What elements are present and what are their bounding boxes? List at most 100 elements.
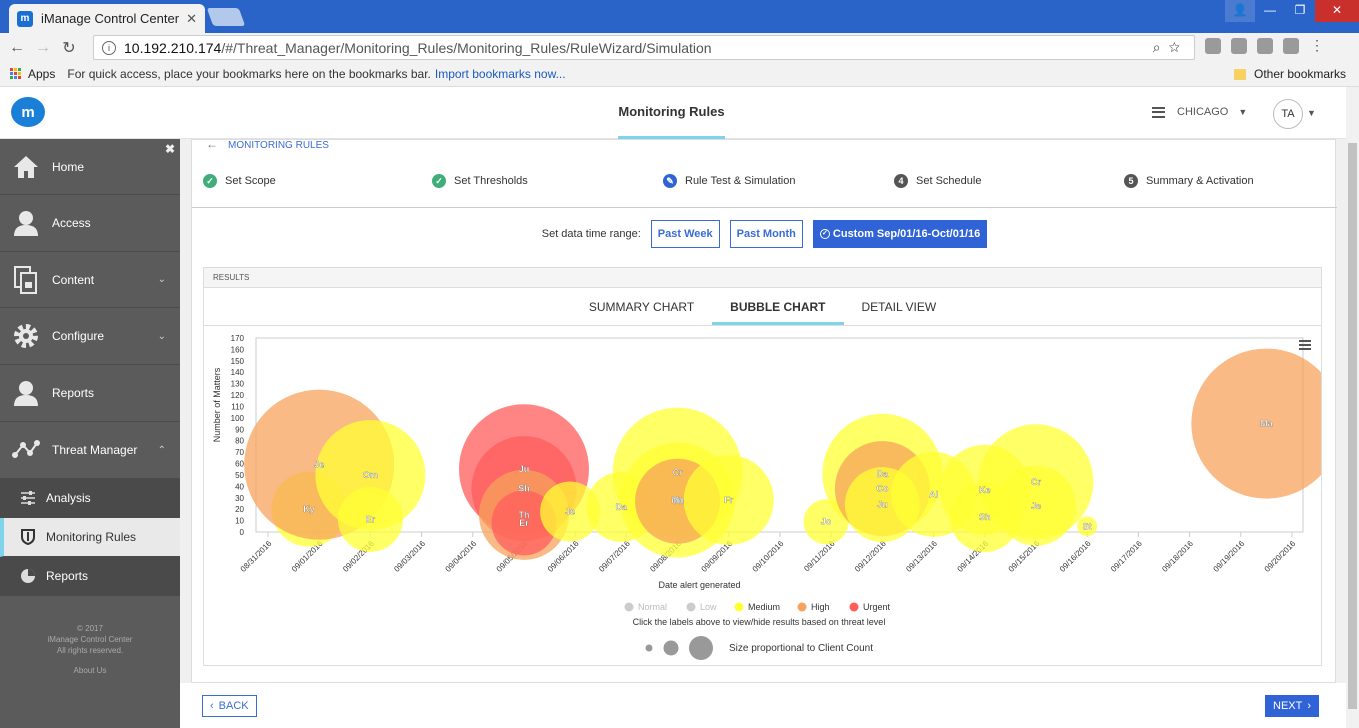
about-us-link[interactable]: About Us — [0, 665, 180, 676]
chart-menu-icon[interactable] — [1299, 344, 1311, 346]
sidebar-item-home[interactable]: Home — [0, 139, 180, 195]
next-button[interactable]: NEXT › — [1265, 695, 1320, 717]
close-window-icon[interactable]: ✕ — [1315, 0, 1359, 22]
sidebar-item-reports[interactable]: Reports — [0, 365, 180, 422]
tab-close-icon[interactable]: ✕ — [186, 11, 197, 27]
sidebar-subitem-label: Analysis — [46, 491, 91, 505]
x-tick-label: 09/12/2016 — [853, 539, 888, 574]
browser-tab[interactable]: m iManage Control Center ✕ — [9, 4, 205, 33]
apps-link[interactable]: Apps — [28, 67, 55, 81]
breadcrumb-label: MONITORING RULES — [228, 140, 329, 151]
chart-menu-icon[interactable] — [1299, 340, 1311, 342]
back-arrow-icon[interactable]: ← — [4, 39, 30, 57]
y-tick-label: 90 — [235, 425, 244, 434]
step-rule-test-simulation[interactable]: ✎ Rule Test & Simulation — [663, 174, 795, 188]
sidebar-subitem-monitoring-rules[interactable]: Monitoring Rules — [0, 518, 180, 557]
sidebar-item-access[interactable]: Access — [0, 195, 180, 252]
step-set-scope[interactable]: ✓ Set Scope — [203, 174, 276, 188]
legend-marker[interactable] — [849, 602, 859, 612]
sidebar-subitem-reports[interactable]: Reports — [0, 557, 180, 596]
legend-item[interactable]: Low — [700, 602, 717, 612]
network-icon — [12, 436, 40, 464]
x-tick-label: 09/03/2016 — [392, 539, 427, 574]
extension-icon-2[interactable] — [1231, 38, 1247, 54]
new-tab-button[interactable] — [206, 8, 246, 26]
home-icon — [12, 153, 40, 181]
menu-dots-icon[interactable]: ⋮ — [1309, 38, 1325, 54]
profile-icon[interactable]: 👤 — [1225, 0, 1255, 22]
maximize-icon[interactable]: ❐ — [1285, 0, 1315, 22]
address-bar[interactable]: i 10.192.210.174 /#/Threat_Manager/Monit… — [93, 35, 1195, 60]
sidebar-item-threat-manager[interactable]: Threat Manager ⌃ — [0, 422, 180, 479]
sidebar-item-label: Access — [52, 216, 91, 230]
step-set-schedule[interactable]: 4 Set Schedule — [894, 174, 981, 188]
tab-detail-view[interactable]: DETAIL VIEW — [844, 288, 955, 325]
extension-icon-1[interactable] — [1205, 38, 1221, 54]
x-tick-label: 09/04/2016 — [444, 539, 479, 574]
legend-item[interactable]: Medium — [748, 602, 780, 612]
server-icon — [1152, 106, 1165, 118]
extension-icon-3[interactable] — [1257, 38, 1273, 54]
footer-product: iManage Control Center — [47, 635, 133, 644]
bubble-label: Ky — [303, 504, 315, 514]
forward-arrow-icon[interactable]: → — [30, 39, 56, 57]
time-range-bar: Set data time range: Past Week Past Mont… — [192, 220, 1337, 248]
legend-marker[interactable] — [734, 602, 744, 612]
other-bookmarks[interactable]: Other bookmarks — [1234, 67, 1346, 81]
info-icon[interactable]: i — [102, 40, 116, 55]
legend-marker[interactable] — [686, 602, 696, 612]
extension-icon-4[interactable] — [1283, 38, 1299, 54]
import-bookmarks-link[interactable]: Import bookmarks now... — [435, 67, 566, 81]
avatar[interactable]: TA — [1273, 99, 1303, 129]
back-button[interactable]: ‹ BACK — [202, 695, 257, 717]
footer-rights: All rights reserved. — [56, 646, 124, 655]
breadcrumb[interactable]: ← MONITORING RULES — [206, 137, 329, 151]
page-scrollbar[interactable] — [1346, 87, 1359, 728]
apps-grid-icon[interactable] — [10, 68, 22, 80]
size-legend-large — [689, 636, 713, 660]
x-axis-label: Date alert generated — [658, 580, 740, 590]
chart-menu-icon[interactable] — [1299, 348, 1311, 350]
sidebar-item-label: Threat Manager — [52, 443, 138, 457]
x-tick-label: 09/13/2016 — [904, 539, 939, 574]
zoom-star-icons[interactable]: ⌕☆ — [1153, 39, 1188, 56]
tab-bubble-chart[interactable]: BUBBLE CHART — [712, 288, 844, 325]
legend-marker[interactable] — [797, 602, 807, 612]
scrollbar-thumb[interactable] — [1348, 143, 1357, 709]
reload-icon[interactable]: ↻ — [56, 38, 82, 58]
custom-range-button[interactable]: ✓ Custom Sep/01/16-Oct/01/16 — [812, 220, 988, 248]
chevron-left-icon: ‹ — [210, 700, 214, 712]
step-summary-activation[interactable]: 5 Summary & Activation — [1124, 174, 1254, 188]
legend-item[interactable]: Urgent — [863, 602, 891, 612]
bubble-label: Sh — [979, 512, 991, 522]
past-month-button[interactable]: Past Month — [729, 220, 803, 248]
bubble-label: Er — [519, 518, 529, 528]
user-icon — [12, 209, 40, 237]
step-label: Set Thresholds — [454, 175, 528, 187]
step-set-thresholds[interactable]: ✓ Set Thresholds — [432, 174, 528, 188]
results-panel: RESULTS SUMMARY CHART BUBBLE CHART DETAI… — [203, 267, 1342, 666]
step-label: Set Schedule — [916, 175, 982, 187]
bubble-chart-svg: 0 10 20 30 40 50 60 70 80 90 100 110 120 130 140 150 160… — [212, 334, 1342, 660]
x-tick-label: 09/17/2016 — [1109, 539, 1144, 574]
sidebar-subitem-label: Monitoring Rules — [46, 530, 137, 544]
tab-summary-chart[interactable]: SUMMARY CHART — [571, 288, 712, 325]
sidebar-subitem-analysis[interactable]: Analysis — [0, 479, 180, 518]
bubble-label: Je — [1031, 501, 1041, 511]
sidebar-subitem-label: Reports — [46, 569, 89, 583]
back-label: BACK — [218, 700, 249, 712]
minimize-icon[interactable]: — — [1255, 0, 1285, 22]
url-host: 10.192.210.174 — [124, 39, 222, 56]
past-week-button[interactable]: Past Week — [650, 220, 720, 248]
legend-marker[interactable] — [624, 602, 634, 612]
chevron-down-icon[interactable]: ▼ — [1307, 108, 1316, 118]
size-legend-small — [645, 644, 653, 652]
legend-item[interactable]: High — [811, 602, 830, 612]
sidebar-item-configure[interactable]: Configure ⌄ — [0, 308, 180, 365]
imanage-logo[interactable]: m — [11, 97, 45, 127]
pencil-icon: ✎ — [663, 174, 677, 188]
legend-item[interactable]: Normal — [638, 602, 667, 612]
size-legend-medium — [663, 640, 679, 656]
sidebar-item-content[interactable]: Content ⌄ — [0, 252, 180, 308]
location-selector[interactable]: CHICAGO ▼ — [1152, 106, 1247, 118]
